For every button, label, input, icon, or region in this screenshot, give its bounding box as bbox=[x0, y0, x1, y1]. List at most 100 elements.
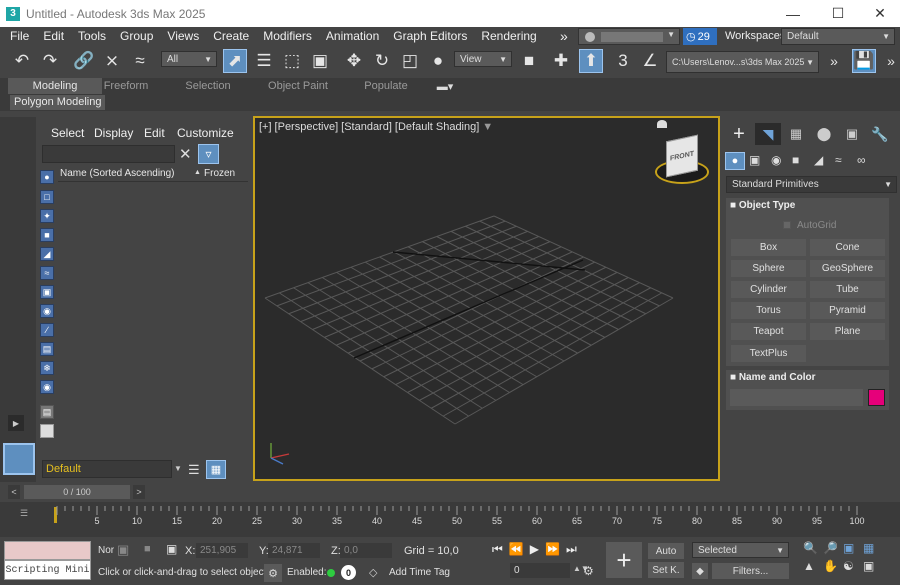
maximize-icon[interactable]: ☐ bbox=[815, 0, 861, 27]
hidden-icon[interactable]: ◉ bbox=[40, 380, 54, 394]
pan-icon[interactable]: ✋ bbox=[823, 559, 843, 573]
prev-frame-icon[interactable]: < bbox=[8, 485, 20, 499]
workspaces-dropdown[interactable]: Default ▼ bbox=[781, 28, 895, 45]
menu-overflow-icon[interactable]: » bbox=[553, 27, 575, 46]
window-crossing-icon[interactable]: ▣ bbox=[308, 49, 332, 73]
redo-icon[interactable]: ↷ bbox=[38, 49, 62, 73]
layers-icon[interactable]: ☰ bbox=[188, 462, 200, 478]
unlink-icon[interactable]: ⨯ bbox=[100, 49, 124, 73]
chevron-down-icon[interactable]: ▼ bbox=[174, 464, 182, 473]
zoom-extents-icon[interactable]: ▣ bbox=[843, 541, 863, 555]
systems-category-icon[interactable]: ∞ bbox=[857, 153, 866, 167]
helpers-category-icon[interactable]: ◢ bbox=[814, 153, 823, 167]
save-icon[interactable]: 💾 bbox=[852, 49, 876, 73]
menu-views[interactable]: Views bbox=[160, 27, 206, 46]
lock-icon[interactable]: ■ bbox=[144, 543, 151, 555]
column-name[interactable]: Name (Sorted Ascending) bbox=[60, 168, 175, 179]
utilities-tab-icon[interactable]: 🔧 bbox=[867, 123, 893, 145]
maxscript-listener-pink[interactable] bbox=[4, 541, 91, 560]
layer-explorer-icon[interactable]: ▦ bbox=[206, 460, 226, 479]
menu-animation[interactable]: Animation bbox=[319, 27, 386, 46]
object-type-title[interactable]: ■ Object Type bbox=[730, 200, 795, 211]
key-filter-dropdown[interactable]: Selected ▼ bbox=[692, 542, 789, 558]
rect-region-icon[interactable]: ⬚ bbox=[280, 49, 304, 73]
pivot-icon[interactable]: ■ bbox=[517, 49, 541, 73]
object-name-input[interactable] bbox=[730, 389, 863, 406]
name-color-title[interactable]: ■ Name and Color bbox=[730, 372, 816, 383]
isolate-icon[interactable]: ▣ bbox=[117, 542, 129, 558]
zoom-extents-all-icon[interactable]: ▦ bbox=[863, 541, 883, 555]
current-frame-field[interactable]: 0 bbox=[510, 563, 570, 578]
tab-modeling[interactable]: Modeling bbox=[8, 78, 102, 94]
perspective-viewport[interactable]: [+] [Perspective] [Standard] [Default Sh… bbox=[253, 116, 720, 481]
lights-category-icon[interactable]: ◉ bbox=[771, 153, 781, 167]
mirror-icon[interactable]: ✚ bbox=[549, 49, 573, 73]
place-icon[interactable]: ● bbox=[426, 49, 450, 73]
tab-populate[interactable]: Populate bbox=[360, 78, 412, 94]
column-frozen[interactable]: Frozen bbox=[204, 168, 235, 179]
sphere-button[interactable]: Sphere bbox=[731, 260, 806, 277]
close-icon[interactable]: ✕ bbox=[857, 0, 900, 27]
account-dropdown[interactable]: ▼ bbox=[578, 28, 680, 45]
select-by-name-icon[interactable]: ☰ bbox=[252, 49, 276, 73]
reference-coord-dropdown[interactable]: View ▼ bbox=[454, 51, 512, 67]
rotate-icon[interactable]: ↻ bbox=[370, 49, 394, 73]
shapes-icon[interactable]: □ bbox=[40, 190, 54, 204]
display-all-icon[interactable]: ▤ bbox=[40, 405, 54, 419]
primitives-dropdown[interactable]: Standard Primitives ▼ bbox=[726, 176, 897, 193]
filter-icon[interactable]: ▿ bbox=[198, 144, 219, 164]
scale-icon[interactable]: ◰ bbox=[398, 49, 422, 73]
prev-key-icon[interactable]: ⏪ bbox=[509, 542, 524, 557]
geometry-icon[interactable]: ● bbox=[40, 170, 54, 184]
menu-tools[interactable]: Tools bbox=[71, 27, 113, 46]
auto-key-button[interactable]: Auto bbox=[648, 543, 684, 559]
object-color-swatch[interactable] bbox=[868, 389, 885, 406]
field-of-view-icon[interactable]: ▲ bbox=[803, 559, 823, 573]
groups-icon[interactable]: ▣ bbox=[40, 285, 54, 299]
toolbar-overflow-right-icon[interactable]: » bbox=[879, 49, 900, 73]
project-path-dropdown[interactable]: C:\Users\Lenov...s\3ds Max 2025 ▼ bbox=[666, 51, 819, 73]
undo-icon[interactable]: ↶ bbox=[10, 49, 34, 73]
selection-filter-dropdown[interactable]: All ▼ bbox=[161, 51, 217, 67]
scene-menu-edit[interactable]: Edit bbox=[144, 126, 165, 140]
menu-graph-editors[interactable]: Graph Editors bbox=[386, 27, 474, 46]
menu-file[interactable]: File bbox=[3, 27, 36, 46]
menu-rendering[interactable]: Rendering bbox=[474, 27, 543, 46]
minimize-icon[interactable]: — bbox=[770, 0, 816, 27]
menu-modifiers[interactable]: Modifiers bbox=[256, 27, 319, 46]
angle-snap-icon[interactable]: ∠ bbox=[638, 49, 662, 73]
hierarchy-tab-icon[interactable]: ▦ bbox=[783, 123, 809, 145]
maximize-viewport-icon[interactable]: ▣ bbox=[863, 559, 883, 573]
motion-tab-icon[interactable]: ⬤ bbox=[811, 123, 837, 145]
create-tab-icon[interactable]: + bbox=[726, 123, 752, 145]
time-tag-icon[interactable]: ◇ bbox=[369, 566, 377, 579]
track-bar[interactable]: ☰ 5 10 15 20 25 30 35 40 45 50 55 60 65 70 75 80 85 90 95 1… bbox=[0, 502, 900, 537]
ribbon-options-icon[interactable]: ▬▾ bbox=[433, 78, 457, 94]
orbit-icon[interactable]: ☯ bbox=[843, 559, 863, 573]
pyramid-button[interactable]: Pyramid bbox=[810, 302, 885, 319]
scene-search-input[interactable] bbox=[42, 145, 175, 163]
scene-menu-customize[interactable]: Customize bbox=[177, 126, 234, 140]
adaptive-degradation-icon[interactable]: ⚙ bbox=[264, 564, 282, 582]
display-none-icon[interactable] bbox=[40, 424, 54, 438]
key-mode-icon[interactable]: ◆ bbox=[692, 563, 708, 579]
torus-button[interactable]: Torus bbox=[731, 302, 806, 319]
cone-button[interactable]: Cone bbox=[810, 239, 885, 256]
snap-toggle-icon[interactable]: 3 bbox=[611, 49, 635, 73]
containers-icon[interactable]: ▤ bbox=[40, 342, 54, 356]
bind-spacewarp-icon[interactable]: ≈ bbox=[128, 49, 152, 73]
spacewarps-category-icon[interactable]: ≈ bbox=[835, 153, 842, 167]
goto-end-icon[interactable]: ⏭ bbox=[566, 542, 577, 557]
tab-selection[interactable]: Selection bbox=[180, 78, 236, 94]
autogrid-checkbox[interactable] bbox=[783, 221, 791, 229]
x-coord-field[interactable]: 251,905 bbox=[196, 543, 248, 558]
plane-button[interactable]: Plane bbox=[810, 323, 885, 340]
frozen-icon[interactable]: ❄ bbox=[40, 361, 54, 375]
zoom-icon[interactable]: 🔍 bbox=[803, 541, 823, 555]
scene-menu-display[interactable]: Display bbox=[94, 126, 133, 140]
time-slider[interactable]: 0 / 100 bbox=[24, 485, 130, 499]
selection-lock-icon[interactable]: ⬆ bbox=[579, 49, 603, 73]
y-coord-field[interactable]: 24,871 bbox=[268, 543, 320, 558]
cylinder-button[interactable]: Cylinder bbox=[731, 281, 806, 298]
modify-tab-icon[interactable]: ◥ bbox=[755, 123, 781, 145]
